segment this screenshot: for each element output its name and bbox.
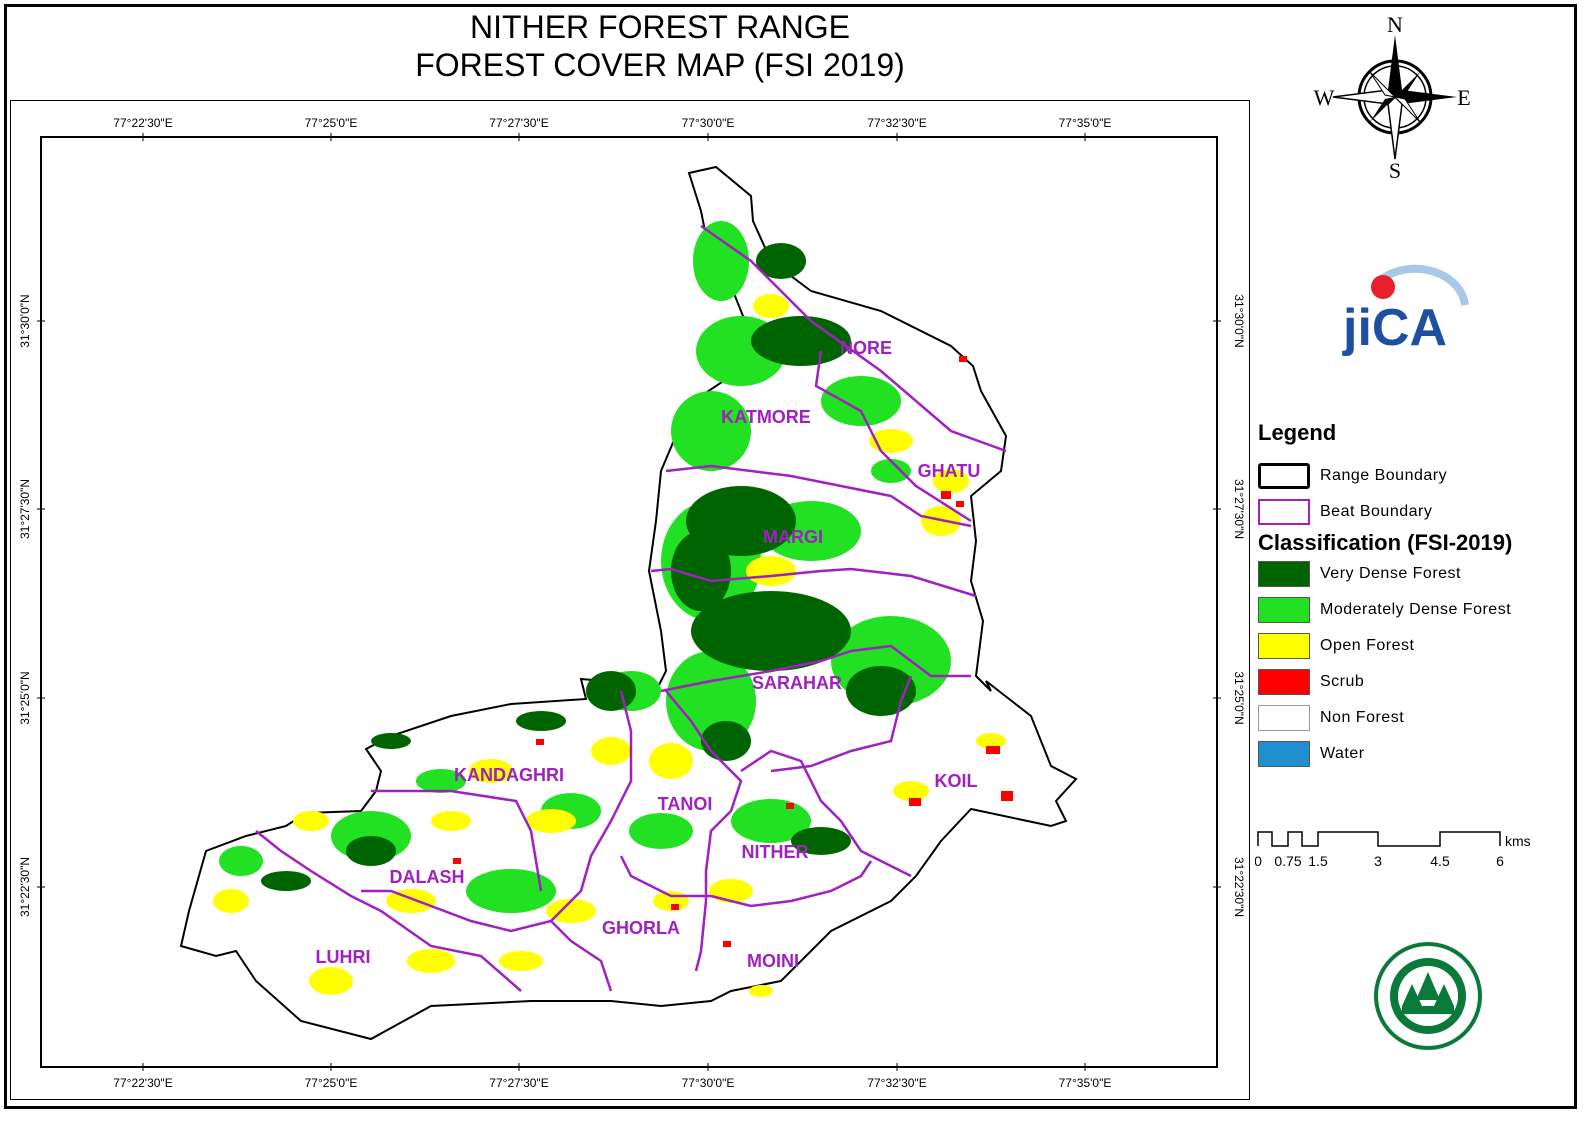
beat-boundary-swatch [1258,499,1310,525]
beat-label-tanoi: TANOI [658,794,713,814]
very-dense-swatch [1258,561,1310,587]
beat-label-dalash: DALASH [390,867,465,887]
scale-tick-0: 0 [1255,853,1262,869]
legend-label-very-dense: Very Dense Forest [1320,565,1461,582]
legend-label-water: Water [1320,745,1365,762]
lat-label-right-3: 31°25'0"N [1232,671,1246,724]
beat-label-koil: KOIL [935,771,978,791]
scale-tick-4: 4.5 [1430,853,1450,869]
compass-e: E [1457,85,1470,110]
beat-label-luhri: LUHRI [316,947,371,967]
scale-tick-1: 0.75 [1274,853,1301,869]
lon-label-top-4: 77°30'0"E [682,116,735,130]
lat-label-left-4: 31°22'30"N [18,857,32,917]
legend-row-non-forest: Non Forest [1258,700,1558,736]
beat-label-sarahar: SARAHAR [752,673,842,693]
classification-title: Classification (FSI-2019) [1258,530,1513,555]
lon-label-bottom-5: 77°32'30"E [867,1076,926,1090]
scrub-swatch [1258,669,1310,695]
lon-label-bottom-1: 77°22'30"E [113,1076,172,1090]
lon-label-bottom-4: 77°30'0"E [682,1076,735,1090]
scale-unit: kms [1505,833,1531,849]
lon-label-top-5: 77°32'30"E [867,116,926,130]
non-forest-swatch [1258,705,1310,731]
forest-department-seal [1372,940,1484,1052]
north-arrow: N S E W [1310,10,1480,183]
legend-label-moderately-dense: Moderately Dense Forest [1320,601,1512,618]
lon-label-top-1: 77°22'30"E [113,116,172,130]
beat-label-ghatu: GHATU [918,461,981,481]
beat-label-margi: MARGI [763,527,823,547]
legend-label-scrub: Scrub [1320,673,1365,690]
lon-label-top-6: 77°35'0"E [1059,116,1112,130]
jica-text: jiCA [1342,299,1447,357]
open-forest-swatch [1258,633,1310,659]
lon-label-bottom-2: 77°25'0"E [305,1076,358,1090]
legend-label-non-forest: Non Forest [1320,709,1405,726]
lon-label-bottom-3: 77°27'30"E [489,1076,548,1090]
legend-row-water: Water [1258,736,1558,772]
legend-row-moderately-dense: Moderately Dense Forest [1258,592,1558,628]
seal-icon [1374,942,1482,1050]
lon-label-bottom-6: 77°35'0"E [1059,1076,1112,1090]
scale-bar-graphic: kms 0 0.75 1.5 3 4.5 6 [1254,831,1531,869]
lat-label-right-1: 31°30'0"N [1232,294,1246,347]
legend-label-open-forest: Open Forest [1320,637,1415,654]
title-line-2: FOREST COVER MAP (FSI 2019) [415,47,905,83]
scale-tick-2: 1.5 [1308,853,1328,869]
legend-row-scrub: Scrub [1258,664,1558,700]
map-title: NITHER FOREST RANGE FOREST COVER MAP (FS… [300,8,1020,84]
beat-label-moini: MOINI [747,951,799,971]
beat-label-kandaghri: KANDAGHRI [454,765,564,785]
lon-label-top-2: 77°25'0"E [305,116,358,130]
beat-label-ghorla: GHORLA [602,918,680,938]
lon-label-top-3: 77°27'30"E [489,116,548,130]
compass-n: N [1387,12,1403,37]
legend-row-beat-boundary: Beat Boundary [1258,494,1558,530]
legend-title: Legend [1258,420,1337,445]
lat-label-left-1: 31°30'0"N [18,294,32,347]
moderately-dense-swatch [1258,597,1310,623]
legend-row-very-dense: Very Dense Forest [1258,556,1558,592]
legend: Legend Range Boundary Beat Boundary Clas… [1258,420,1558,772]
compass-rose-icon: N S E W [1314,12,1471,183]
water-swatch [1258,741,1310,767]
legend-row-open-forest: Open Forest [1258,628,1558,664]
legend-row-range-boundary: Range Boundary [1258,458,1558,494]
title-line-1: NITHER FOREST RANGE [470,9,850,45]
lat-label-right-4: 31°22'30"N [1232,857,1246,917]
range-boundary-swatch [1258,463,1310,489]
beat-label-katmore: KATMORE [721,407,811,427]
beat-label-nore: NORE [840,338,892,358]
forest-cover-map[interactable]: 77°22'30"E 77°25'0"E 77°27'30"E 77°30'0"… [11,101,1249,1099]
scale-bar: kms 0 0.75 1.5 3 4.5 6 [1254,828,1555,873]
lat-label-left-3: 31°25'0"N [18,671,32,724]
legend-label-beat-boundary: Beat Boundary [1320,503,1433,520]
lat-label-right-2: 31°27'30"N [1232,479,1246,539]
beat-label-nither: NITHER [742,842,809,862]
scale-tick-5: 6 [1496,853,1504,869]
map-panel[interactable]: 77°22'30"E 77°25'0"E 77°27'30"E 77°30'0"… [10,100,1250,1100]
scale-tick-3: 3 [1374,853,1382,869]
compass-w: W [1314,85,1335,110]
jica-logo-icon: jiCA [1342,264,1469,357]
legend-label-range-boundary: Range Boundary [1320,467,1448,484]
jica-logo: jiCA [1335,245,1475,365]
compass-s: S [1389,158,1401,180]
lat-label-left-2: 31°27'30"N [18,479,32,539]
